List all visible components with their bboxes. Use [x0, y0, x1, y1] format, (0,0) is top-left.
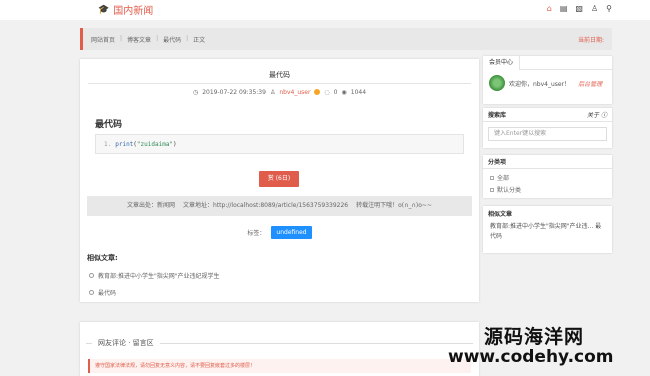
breadcrumb-item-home[interactable]: 网站首页	[91, 35, 115, 44]
similar-link[interactable]: 教育部:推进中小学生"指尖网"产业违纪规学生	[98, 271, 220, 280]
code-paren-close: )	[173, 141, 177, 148]
article-panel: 最代码 ◷ 2019-07-22 09:35:39 ♙ nbv4_user ◌ …	[80, 59, 479, 302]
breadcrumb-separator: |	[186, 35, 189, 42]
divider	[159, 342, 473, 344]
article-heading: 最代码	[95, 120, 123, 130]
breadcrumb: 网站首页 | 博客文章 | 最代码 | 正文	[91, 35, 205, 44]
member-center-box: 会员中心 欢迎你，nbv4_user！ 后台管理	[483, 56, 612, 104]
tags-row: 标签： undefined	[80, 226, 479, 239]
vip-badge-icon	[314, 89, 321, 95]
tag-badge[interactable]: undefined	[271, 226, 312, 239]
article-title: 最代码	[269, 71, 290, 79]
code-line-number: 1.	[104, 141, 112, 148]
comment-icon: ◌	[324, 89, 330, 96]
comments-title-row: 网友评论 · 留言区	[80, 338, 479, 348]
avatar[interactable]	[489, 75, 505, 91]
source-info-bar: 文章出处：新闻网 文章地址：http://localhost:8089/arti…	[87, 196, 472, 216]
circle-bullet-icon	[89, 273, 94, 278]
site-name: 国内新闻	[113, 6, 154, 17]
news-icon[interactable]: ▤	[560, 4, 568, 13]
breadcrumb-item-current: 正文	[193, 37, 206, 44]
breadcrumb-item-category[interactable]: 最代码	[163, 35, 181, 44]
category-list: 全部 默认分类	[483, 169, 612, 201]
search-box: 搜索库 关于 ⓘ 键入Enter键以搜索	[483, 108, 612, 148]
category-item-default[interactable]: 默认分类	[490, 185, 605, 194]
about-link[interactable]: 关于 ⓘ	[587, 110, 607, 119]
admin-link[interactable]: 后台管理	[578, 79, 602, 88]
search-header: 搜索库 关于 ⓘ	[483, 108, 612, 122]
related-box: 相似文章 教育部:推进中小学生"指尖网"产业违... 最代码	[483, 206, 612, 253]
related-header: 相似文章	[483, 206, 612, 220]
category-item-all[interactable]: 全部	[490, 173, 605, 182]
top-navbar: 🎓 国内新闻 ⌂ ▤ ▧ ♙ ⚲	[0, 0, 650, 20]
similar-heading: 相似文章:	[87, 254, 118, 262]
breadcrumb-separator: |	[156, 35, 159, 42]
breadcrumb-separator: |	[120, 35, 123, 42]
code-string: "zuidaima"	[136, 141, 174, 148]
article-meta: ◷ 2019-07-22 09:35:39 ♙ nbv4_user ◌ 0 ◉ …	[80, 89, 479, 96]
info-icon: ⓘ	[600, 112, 607, 119]
category-title: 分类项	[488, 159, 507, 166]
home-icon[interactable]: ⌂	[547, 4, 552, 13]
view-count: 1044	[350, 89, 367, 96]
graduation-cap-icon: 🎓	[98, 4, 110, 15]
comments-title: 网友评论 · 留言区	[98, 339, 154, 347]
tab-member-center[interactable]: 会员中心	[483, 56, 521, 70]
eye-icon: ◉	[341, 89, 347, 96]
top-icon-bar: ⌂ ▤ ▧ ♙ ⚲	[547, 4, 612, 13]
related-link[interactable]: 教育部:推进中小学生"指尖网"产业违... 最代码	[483, 220, 612, 244]
article-author[interactable]: nbv4_user	[279, 89, 310, 96]
site-logo[interactable]: 🎓 国内新闻	[98, 2, 154, 18]
search-title: 搜索库	[488, 112, 507, 119]
category-header: 分类项	[483, 155, 612, 169]
square-bullet-icon	[490, 187, 494, 192]
similar-link[interactable]: 最代码	[98, 288, 116, 297]
divider	[88, 83, 471, 84]
author-icon: ♙	[269, 89, 276, 96]
breadcrumb-item-blog[interactable]: 博客文章	[127, 35, 151, 44]
list-item[interactable]: 最代码	[89, 288, 220, 297]
similar-list: 教育部:推进中小学生"指尖网"产业违纪规学生 最代码	[89, 271, 220, 305]
reward-button[interactable]: 赏 (6日)	[259, 171, 299, 187]
search-input[interactable]: 键入Enter键以搜索	[488, 127, 607, 141]
tags-label: 标签：	[247, 230, 266, 237]
circle-bullet-icon	[89, 290, 94, 295]
list-item[interactable]: 教育部:推进中小学生"指尖网"产业违纪规学生	[89, 271, 220, 280]
current-date-label: 当前日期:	[577, 37, 604, 44]
reprint-label: 转载注明下哦！o(∩_∩)o~~	[356, 202, 432, 209]
doc-icon[interactable]: ▧	[575, 4, 583, 13]
watermark-title: 源码海洋网	[484, 326, 585, 348]
code-function: print	[115, 141, 134, 148]
source-label: 文章出处：新闻网	[127, 202, 176, 209]
search-icon[interactable]: ⚲	[606, 4, 612, 13]
related-title: 相似文章	[488, 210, 513, 218]
user-icon[interactable]: ♙	[591, 4, 598, 13]
member-body: 欢迎你，nbv4_user！ 后台管理	[483, 70, 612, 96]
member-tabs: 会员中心	[483, 56, 612, 70]
watermark-url: www.codehy.com	[448, 347, 614, 367]
code-block: 1. print("zuidaima")	[95, 134, 464, 154]
article-datetime: 2019-07-22 09:35:39	[202, 89, 266, 96]
welcome-text: 欢迎你，nbv4_user！	[509, 80, 571, 88]
divider	[86, 342, 92, 344]
comments-panel: 网友评论 · 留言区 遵守国家法律法规，请勿回复无意义内容，请不要回复嵌套过多的…	[80, 322, 479, 376]
category-box: 分类项 全部 默认分类	[483, 155, 612, 198]
comments-notice: 遵守国家法律法规，请勿回复无意义内容，请不要回复嵌套过多的楼层！	[88, 359, 471, 373]
clock-icon: ◷	[192, 89, 199, 96]
square-bullet-icon	[490, 175, 494, 180]
breadcrumb-bar: 网站首页 | 博客文章 | 最代码 | 正文 当前日期:	[80, 28, 612, 50]
comment-count: 0	[333, 89, 338, 96]
url-label[interactable]: 文章地址：http://localhost:8089/article/15637…	[183, 196, 348, 216]
